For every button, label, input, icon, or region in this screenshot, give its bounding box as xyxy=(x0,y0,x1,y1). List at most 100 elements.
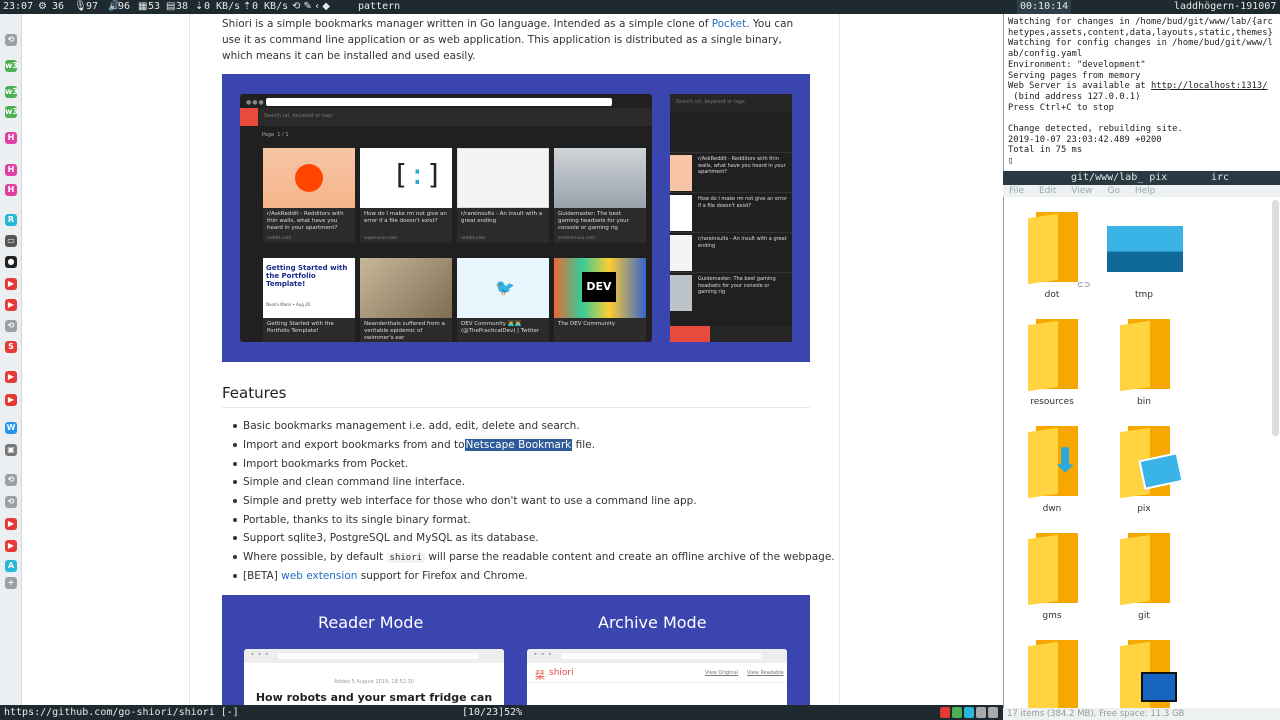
folder-item[interactable]: git xyxy=(1099,523,1189,623)
s-icon[interactable]: S xyxy=(5,341,17,353)
folder-item[interactable]: gms xyxy=(1007,523,1097,623)
browser-status-bar: https://github.com/go-shiori/shiori [-] … xyxy=(0,705,1003,720)
ws-count: 36 xyxy=(52,1,65,12)
hover-url: https://github.com/go-shiori/shiori [-] xyxy=(4,707,239,718)
menu-edit[interactable]: Edit xyxy=(1039,186,1056,196)
tray-icon[interactable] xyxy=(964,707,974,718)
folder-icon xyxy=(1120,533,1170,606)
tray-icon[interactable] xyxy=(988,707,998,718)
twitter-thumb: 🐦 xyxy=(457,258,549,318)
preview-search: Search url, keyword or tags xyxy=(240,108,652,126)
features-heading: Features xyxy=(222,384,287,402)
preview-card: Getting Started with the Portfolio Templ… xyxy=(263,258,355,342)
workspace-time: 23:07 xyxy=(3,1,34,12)
feature-item: Support sqlite3, PostgreSQL and MySQL as… xyxy=(233,531,813,545)
re-icon[interactable]: R xyxy=(5,214,17,226)
terminal-output[interactable]: Watching for changes in /home/bud/git/ww… xyxy=(1003,14,1280,171)
preview-home-icon xyxy=(240,108,258,126)
symlink-icon: ⊂⊃ xyxy=(1077,280,1091,289)
a-icon[interactable]: A xyxy=(5,560,17,572)
download-arrow-icon: ⬇ xyxy=(1051,441,1080,481)
rareinsults-thumb xyxy=(457,148,549,208)
modes-screenshot: Reader Mode Archive Mode Added 5 August … xyxy=(222,595,810,705)
folder-item[interactable]: ⬇ dwn xyxy=(1007,416,1097,516)
youtube-icon[interactable]: ▶ xyxy=(5,394,17,406)
window-icon[interactable]: ▣ xyxy=(5,444,17,456)
youtube-icon[interactable]: ▶ xyxy=(5,278,17,290)
github-icon[interactable]: ● xyxy=(5,256,17,268)
filemanager-view: ⊂⊃ dot tmp resources bin ⬇ dwn pix gms g… xyxy=(1003,197,1280,708)
download-icon: ⇣ xyxy=(195,1,204,12)
youtube-icon[interactable]: ▶ xyxy=(5,371,17,383)
server-url-link[interactable]: http://localhost:1313/ xyxy=(1151,81,1268,91)
folder-icon xyxy=(1028,533,1078,606)
folder-item[interactable]: tmp xyxy=(1099,202,1189,302)
folder-item[interactable] xyxy=(1007,630,1097,708)
feature-item: Simple and clean command line interface. xyxy=(233,475,813,489)
portfolio-thumb: Getting Started with the Portfolio Templ… xyxy=(263,258,355,318)
folder-item[interactable]: resources xyxy=(1007,309,1097,409)
history-icon[interactable]: ⟲ xyxy=(5,320,17,332)
folder-icon xyxy=(1028,640,1078,708)
folder-item[interactable]: ⊂⊃ dot xyxy=(1007,202,1097,302)
filemanager-menubar: File Edit View Go Help xyxy=(1003,185,1280,197)
shiori-code: shiori xyxy=(386,553,426,563)
terminal-icon[interactable]: ▭ xyxy=(5,235,17,247)
upload-icon: ⇡ xyxy=(243,1,252,12)
tray-icon[interactable] xyxy=(940,707,950,718)
superuser-logo-icon: [:] xyxy=(392,158,443,191)
web-extension-link[interactable]: web extension xyxy=(281,570,357,582)
tab-pix[interactable]: git/www/lab_ pix xyxy=(1071,171,1167,185)
folder-item[interactable]: bin xyxy=(1099,309,1189,409)
menu-file[interactable]: File xyxy=(1009,186,1024,196)
filemanager-status: 17 items (384.2 MB), Free space: 11.3 GB xyxy=(1003,708,1280,720)
menu-go[interactable]: Go xyxy=(1107,186,1119,196)
top-status-bar: 23:07 ⚙ 36 🎙 97 🔊 96 ▦ 53 ▤ 38 ⇣ 0 KB/s … xyxy=(0,0,1280,14)
youtube-icon[interactable]: ▶ xyxy=(5,540,17,552)
hn-icon[interactable]: H xyxy=(5,184,17,196)
netscape-bookmark-link[interactable]: Netscape Bookmark xyxy=(464,439,573,451)
metric-a: 53 xyxy=(148,1,161,12)
video-icon xyxy=(1141,672,1177,702)
youtube-icon[interactable]: ▶ xyxy=(5,518,17,530)
menu-view[interactable]: View xyxy=(1071,186,1092,196)
clock: 00:10:14 xyxy=(1017,0,1072,14)
scroll-position: [10/23]52% xyxy=(462,707,523,718)
w3-icon[interactable]: w3 xyxy=(5,60,18,72)
history-icon[interactable]: ⟲ xyxy=(5,474,17,486)
tray-icon[interactable] xyxy=(976,707,986,718)
headsets-thumb xyxy=(554,148,646,208)
preview-card: Neanderthals suffered from a veritable e… xyxy=(360,258,452,342)
hn-icon[interactable]: H xyxy=(5,164,17,176)
preview-card: DEV The DEV Community xyxy=(554,258,646,342)
metric-b: 38 xyxy=(176,1,189,12)
pocket-link[interactable]: Pocket xyxy=(712,18,746,30)
mic-level: 97 xyxy=(86,1,99,12)
folder-icon xyxy=(1028,212,1078,285)
folder-item[interactable] xyxy=(1099,630,1189,708)
filemanager-scrollbar[interactable] xyxy=(1272,200,1279,436)
history-icon[interactable]: ⟲ xyxy=(5,496,17,508)
reader-mode-window: Added 5 August 2019, 18:52:30 How robots… xyxy=(244,649,504,705)
net-down: 0 KB/s xyxy=(204,1,241,12)
net-up: 0 KB/s xyxy=(252,1,289,12)
host-name: laddhögern-191007 xyxy=(1174,1,1277,12)
hn-icon[interactable]: H xyxy=(5,132,17,144)
feature-item: Where possible, by default shiori will p… xyxy=(233,551,835,563)
mobile-toolbar xyxy=(670,326,792,342)
archive-mode-window: 栞 shiori View Original View Readable xyxy=(527,649,787,705)
menu-help[interactable]: Help xyxy=(1135,186,1156,196)
history-icon[interactable]: ⟲ xyxy=(5,34,17,46)
w3-icon[interactable]: w3 xyxy=(5,106,18,118)
sidebar-strip: ⟲ w3 w3 w3 H H H R ▭ ● ▶ ▶ ⟲ S ▶ ▶ W ▣ ⟲… xyxy=(0,14,22,705)
tab-irc[interactable]: irc xyxy=(1211,171,1229,185)
tray-icon[interactable] xyxy=(952,707,962,718)
feature-item: [BETA] web extension support for Firefox… xyxy=(233,569,813,583)
w3-icon[interactable]: w3 xyxy=(5,86,18,98)
add-icon[interactable]: + xyxy=(5,577,17,589)
youtube-icon[interactable]: ▶ xyxy=(5,299,17,311)
folder-item[interactable]: pix xyxy=(1099,416,1189,516)
wordpress-icon[interactable]: W xyxy=(5,422,17,434)
feature-item: Portable, thanks to its single binary fo… xyxy=(233,513,813,527)
cpu-icon: ▦ xyxy=(138,1,148,12)
